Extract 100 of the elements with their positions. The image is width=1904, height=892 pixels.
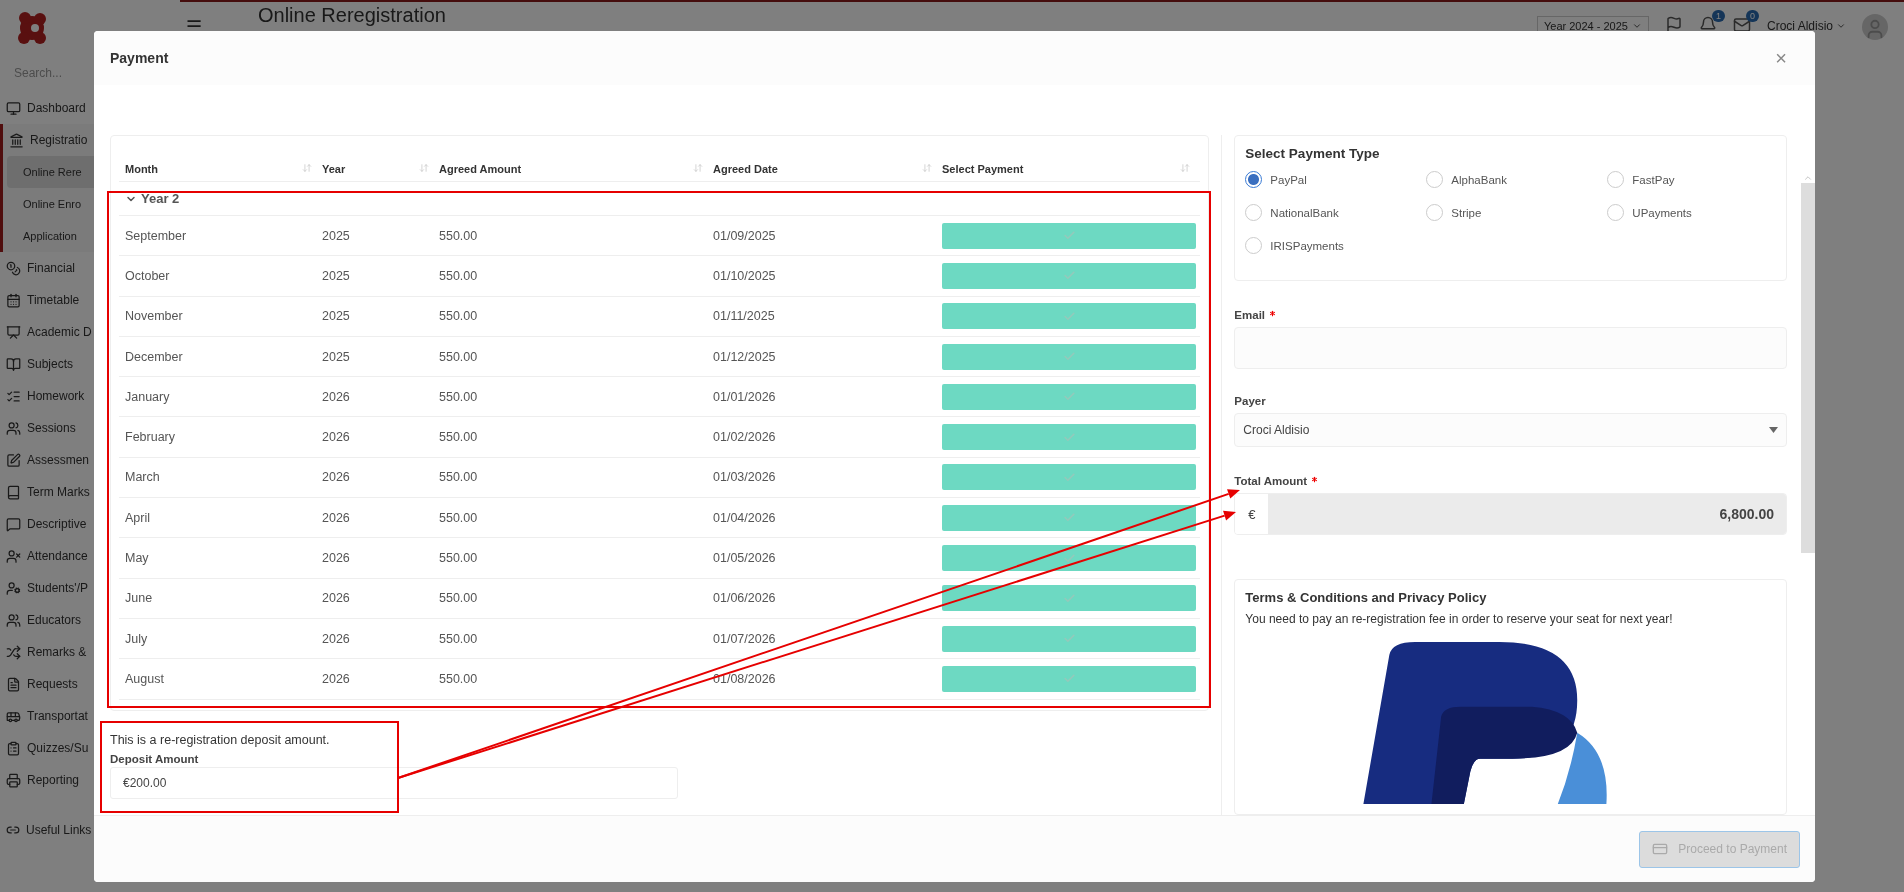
- radio-label[interactable]: UPayments: [1632, 206, 1692, 219]
- logo-icon: [16, 11, 48, 45]
- table-cell-text: October: [125, 268, 171, 283]
- radio-label[interactable]: Stripe: [1451, 206, 1482, 219]
- table-cell-text: 550.00: [439, 389, 479, 404]
- field-label: Email: [1234, 309, 1787, 321]
- select-payment-toggle[interactable]: [942, 222, 1197, 249]
- radio-button[interactable]: [1245, 171, 1263, 188]
- column-header[interactable]: Year: [322, 162, 346, 175]
- caret-icon: [1836, 21, 1846, 31]
- user-x-icon: [6, 548, 21, 564]
- radio-label[interactable]: FastPay: [1632, 173, 1675, 186]
- close-button[interactable]: ×: [1771, 46, 1791, 70]
- notification-badge: 1: [1711, 10, 1725, 22]
- column-header[interactable]: Select Payment: [942, 162, 1024, 175]
- radio-button[interactable]: [1245, 204, 1263, 221]
- table-cell-text: February: [125, 430, 177, 445]
- sidebar-link[interactable]: Useful Links: [0, 814, 180, 846]
- table-cell-text: 2025: [322, 309, 351, 324]
- sidebar-item[interactable]: Dashboard: [0, 92, 180, 124]
- table-cell-text: 550.00: [439, 470, 479, 485]
- table-cell-text: 01/08/2026: [713, 671, 777, 686]
- table-cell-text: 01/12/2025: [713, 349, 777, 364]
- book-icon: [6, 484, 21, 500]
- caret-icon: [1631, 21, 1642, 31]
- monitor-icon: [6, 100, 21, 116]
- radio-label[interactable]: AlphaBank: [1451, 173, 1507, 186]
- sidebar-item[interactable]: Registratio: [3, 124, 180, 156]
- user-gear-icon: [6, 580, 21, 596]
- radio-label[interactable]: IRISPayments: [1270, 239, 1344, 252]
- select-payment-toggle[interactable]: [942, 343, 1197, 370]
- table-cell-text: 2026: [322, 389, 351, 404]
- radio-button[interactable]: [1426, 171, 1444, 188]
- payer-select[interactable]: Croci Aldisio: [1234, 413, 1787, 447]
- user-menu[interactable]: Croci Aldisio: [1766, 19, 1846, 33]
- scrollbar-thumb[interactable]: [1801, 183, 1815, 553]
- mail-icon[interactable]: [1732, 16, 1751, 34]
- field-label: Total Amount: [1234, 475, 1787, 487]
- avatar-icon[interactable]: [1862, 14, 1888, 40]
- column-header[interactable]: Month: [125, 162, 158, 175]
- document-icon: [6, 676, 21, 692]
- table-cell-text: 2026: [322, 551, 351, 565]
- deposit-note: This is a re-registration deposit amount.: [110, 732, 331, 747]
- table-cell-text: 2026: [322, 631, 351, 646]
- sort-icon[interactable]: [693, 162, 703, 173]
- table-cell-text: 2025: [322, 268, 351, 283]
- select-payment-toggle[interactable]: [942, 625, 1197, 652]
- table-cell-text: November: [125, 309, 184, 324]
- sort-icon[interactable]: [1180, 162, 1191, 173]
- scroll-up-icon[interactable]: [1803, 173, 1813, 183]
- table-cell-text: 550.00: [439, 591, 479, 606]
- sidebar-item[interactable]: Transportat: [0, 700, 180, 732]
- radio-button[interactable]: [1426, 204, 1444, 221]
- table-cell-text: 2025: [322, 349, 351, 364]
- table-cell-text: 550.00: [439, 309, 479, 324]
- table-cell-text: 01/02/2026: [713, 430, 777, 445]
- group-row[interactable]: Year 2: [119, 182, 1201, 216]
- sort-icon[interactable]: [302, 162, 312, 173]
- select-payment-toggle[interactable]: [942, 303, 1197, 330]
- field-label: Deposit Amount: [110, 752, 200, 765]
- table-cell-text: 2026: [322, 591, 351, 606]
- section-title: Select Payment Type: [1245, 146, 1381, 161]
- table-cell-text: 01/07/2026: [713, 631, 777, 646]
- select-payment-toggle[interactable]: [942, 585, 1197, 612]
- radio-button[interactable]: [1607, 204, 1625, 221]
- select-payment-toggle[interactable]: [942, 464, 1197, 491]
- group-label: Year 2: [141, 191, 180, 206]
- card-icon: [1652, 841, 1669, 857]
- column-header[interactable]: Agreed Amount: [439, 162, 522, 175]
- shuffle-icon: [6, 644, 21, 660]
- select-payment-toggle[interactable]: [942, 262, 1197, 289]
- radio-button[interactable]: [1607, 171, 1625, 188]
- column-header[interactable]: Agreed Date: [713, 162, 778, 175]
- check-icon: [1062, 430, 1076, 444]
- deposit-field[interactable]: €200.00: [110, 766, 678, 799]
- table-cell-text: 550.00: [439, 551, 479, 565]
- select-payment-toggle[interactable]: [942, 665, 1197, 692]
- radio-label[interactable]: PayPal: [1270, 173, 1307, 186]
- table-cell-text: May: [125, 551, 150, 565]
- table-cell-text: June: [125, 591, 154, 606]
- select-payment-toggle[interactable]: [942, 383, 1197, 410]
- select-payment-toggle[interactable]: [942, 424, 1197, 451]
- table-cell-text: 550.00: [439, 510, 479, 525]
- radio-button[interactable]: [1245, 237, 1263, 254]
- page-title: Online Reregistration: [257, 4, 447, 27]
- radio-label[interactable]: NationalBank: [1270, 206, 1339, 219]
- table-cell-text: 01/05/2026: [713, 551, 777, 565]
- select-payment-toggle[interactable]: [942, 504, 1197, 531]
- table-cell-text: 550.00: [439, 228, 479, 243]
- table-cell-text: 2025: [322, 228, 351, 243]
- check-icon: [1062, 551, 1076, 565]
- sort-icon[interactable]: [419, 162, 429, 173]
- calendar-icon: [6, 292, 21, 308]
- sort-icon[interactable]: [922, 162, 932, 173]
- check-icon: [1062, 591, 1076, 605]
- table-cell-text: 550.00: [439, 349, 479, 364]
- table-cell-text: 01/09/2025: [713, 228, 777, 243]
- flag-icon[interactable]: [1664, 16, 1683, 34]
- table-cell-text: 01/03/2026: [713, 470, 777, 485]
- select-payment-toggle[interactable]: [942, 545, 1197, 571]
